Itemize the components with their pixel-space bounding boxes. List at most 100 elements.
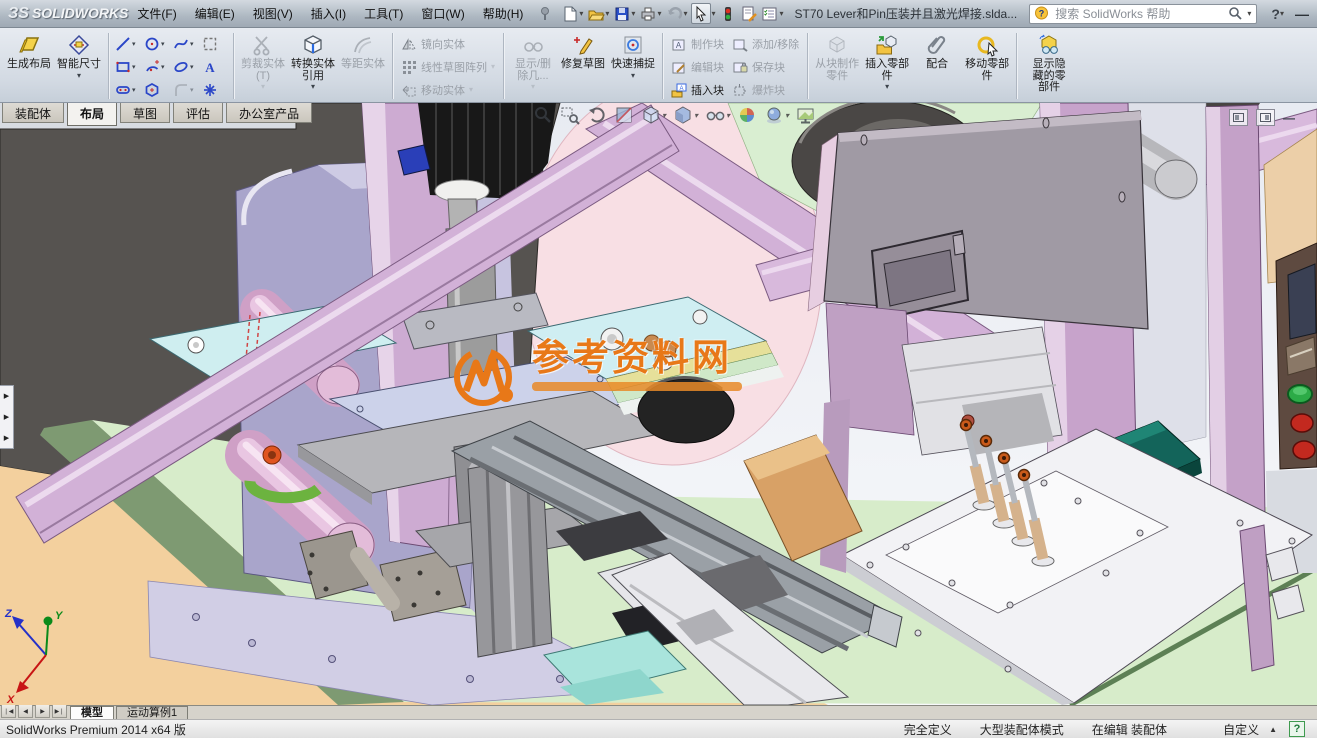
smart-dimension-dropdown-arrow[interactable]: ▾ [77,71,81,80]
section-view-icon[interactable] [614,105,634,125]
select-tool-button[interactable] [691,3,712,24]
tab-scroll-first-button[interactable]: ❘◀ [1,704,16,718]
file-properties-button[interactable] [740,4,758,23]
graphics-area[interactable]: Z Y X 装配体 布局 草图 评估 办公室产品 ▾ ▾ ▾ ▾ — ▶ ▶ ▶… [0,103,1317,705]
fillet-sketch-button[interactable]: ▾ [171,79,200,100]
make-part-from-block-button[interactable]: 从块制作零件 [812,30,862,82]
display-delete-relations-button[interactable]: 显示/删除几... ▾ [508,30,558,91]
feature-manager-expander[interactable]: ▶ ▶ ▶ [0,385,14,449]
options-dropdown-arrow[interactable]: ▾ [779,9,783,18]
options-button[interactable] [761,4,779,23]
help-search-box[interactable]: ? ▾ [1029,3,1258,24]
search-input[interactable] [1053,5,1225,22]
polygon-sketch-button[interactable] [142,79,171,100]
sketch-text-button[interactable]: A [200,56,229,77]
menu-window[interactable]: 窗口(W) [412,2,473,25]
ellipse-sketch-button[interactable]: ▾ [171,56,200,77]
mate-button[interactable]: 配合 [912,30,962,71]
view-orientation-icon[interactable]: ▾ [641,105,666,125]
line-sketch-button[interactable]: ▾ [113,33,142,54]
zoom-to-area-icon[interactable] [560,105,580,125]
menu-pin-icon[interactable] [536,5,554,23]
undo-dropdown-arrow[interactable]: ▾ [683,9,687,18]
view-settings-icon[interactable] [796,105,816,125]
circle-sketch-button[interactable]: ▾ [142,33,171,54]
linear-pattern-dropdown-arrow[interactable]: ▾ [491,63,495,71]
edit-block-button[interactable]: 编辑块 [667,55,728,78]
help-button[interactable]: ? [1271,6,1280,22]
status-customize[interactable]: 自定义 [1223,721,1259,738]
select-dropdown-arrow[interactable]: ▾ [711,9,715,18]
tab-office-products[interactable]: 办公室产品 [226,103,313,123]
show-hidden-components-button[interactable]: 显示隐藏的零部件 [1021,30,1077,94]
open-dropdown-arrow[interactable]: ▾ [605,9,609,18]
display-relations-dropdown-arrow[interactable]: ▾ [531,83,535,91]
smart-dimension-button[interactable]: 智能尺寸 ▾ [54,30,104,80]
search-magnifier-icon[interactable] [1228,6,1243,21]
point-sketch-button[interactable] [200,79,229,100]
new-document-button[interactable] [561,4,579,23]
create-layout-button[interactable]: 生成布局 [4,30,54,71]
print-button[interactable] [639,4,657,23]
selection-box-button[interactable] [200,33,229,54]
tab-scroll-next-button[interactable]: ▶ [35,704,50,718]
undo-button[interactable] [665,4,683,23]
make-block-button[interactable]: A 制作块 [667,32,728,55]
menu-view[interactable]: 视图(V) [244,2,302,25]
repair-sketch-button[interactable]: 修复草图 [558,30,608,71]
tab-scroll-last-button[interactable]: ▶❘ [52,704,67,718]
hide-show-items-icon[interactable]: ▾ [705,105,730,125]
tab-evaluate[interactable]: 评估 [173,103,224,123]
trim-dropdown-arrow[interactable]: ▾ [261,83,265,91]
tab-model[interactable]: 模型 [70,706,114,719]
spline-sketch-button[interactable]: ▾ [171,33,200,54]
display-style-icon[interactable]: ▾ [673,105,698,125]
tab-sketch[interactable]: 草图 [120,103,171,123]
minimize-button[interactable]: — [1295,6,1309,22]
save-button[interactable] [613,4,631,23]
open-button[interactable] [587,4,606,23]
previous-view-icon[interactable] [587,105,607,125]
save-block-button[interactable]: 保存块 [728,55,803,78]
menu-file[interactable]: 文件(F) [128,2,185,25]
tab-assembly[interactable]: 装配体 [2,103,65,123]
zoom-to-fit-icon[interactable] [533,105,553,125]
move-component-button[interactable]: 移动零部件 [962,30,1012,82]
restore-pane-icon[interactable] [1229,109,1248,126]
add-remove-block-button[interactable]: 添加/移除 [728,32,803,55]
minimize-window-icon[interactable]: — [1283,111,1295,125]
insert-components-button[interactable]: 插入零部件 ▾ [862,30,912,91]
convert-entities-button[interactable]: 转换实体引用 ▾ [288,30,338,91]
explode-block-button[interactable]: 爆炸块 [728,78,803,101]
menu-edit[interactable]: 编辑(E) [186,2,244,25]
insert-block-button[interactable]: A 插入块 [667,78,728,101]
customize-up-arrow-icon[interactable]: ▲ [1269,725,1277,734]
arc-sketch-button[interactable]: ▾ [142,56,171,77]
restore-window-icon[interactable] [1256,109,1275,126]
offset-entities-button[interactable]: 等距实体 [338,30,388,71]
tab-scroll-prev-button[interactable]: ◀ [18,704,33,718]
mirror-entities-button[interactable]: 镜向实体 [397,32,499,55]
menu-insert[interactable]: 插入(I) [302,2,355,25]
insert-components-dropdown-arrow[interactable]: ▾ [885,83,889,91]
tab-motion-study-1[interactable]: 运动算例1 [116,706,189,719]
edit-appearance-icon[interactable] [737,105,757,125]
linear-sketch-pattern-button[interactable]: 线性草图阵列 ▾ [397,55,499,78]
trim-entities-button[interactable]: 剪裁实体(T) ▾ [238,30,288,91]
save-dropdown-arrow[interactable]: ▾ [631,9,635,18]
convert-dropdown-arrow[interactable]: ▾ [311,83,315,91]
slot-sketch-button[interactable]: ▾ [113,79,142,100]
move-entities-dropdown-arrow[interactable]: ▾ [469,86,473,94]
move-entities-button[interactable]: 移动实体 ▾ [397,78,499,101]
quick-snaps-button[interactable]: 快速捕捉 ▾ [608,30,658,80]
quick-snaps-dropdown-arrow[interactable]: ▾ [631,71,635,80]
search-dropdown-arrow[interactable]: ▾ [1247,9,1251,18]
rectangle-sketch-button[interactable]: ▾ [113,56,142,77]
rebuild-traffic-light-button[interactable] [719,4,737,23]
apply-scene-icon[interactable]: ▾ [764,105,789,125]
print-dropdown-arrow[interactable]: ▾ [657,9,661,18]
new-dropdown-arrow[interactable]: ▾ [579,9,583,18]
status-help-badge[interactable]: ? [1289,721,1305,737]
tab-layout[interactable]: 布局 [67,103,118,126]
menu-help[interactable]: 帮助(H) [474,2,533,25]
